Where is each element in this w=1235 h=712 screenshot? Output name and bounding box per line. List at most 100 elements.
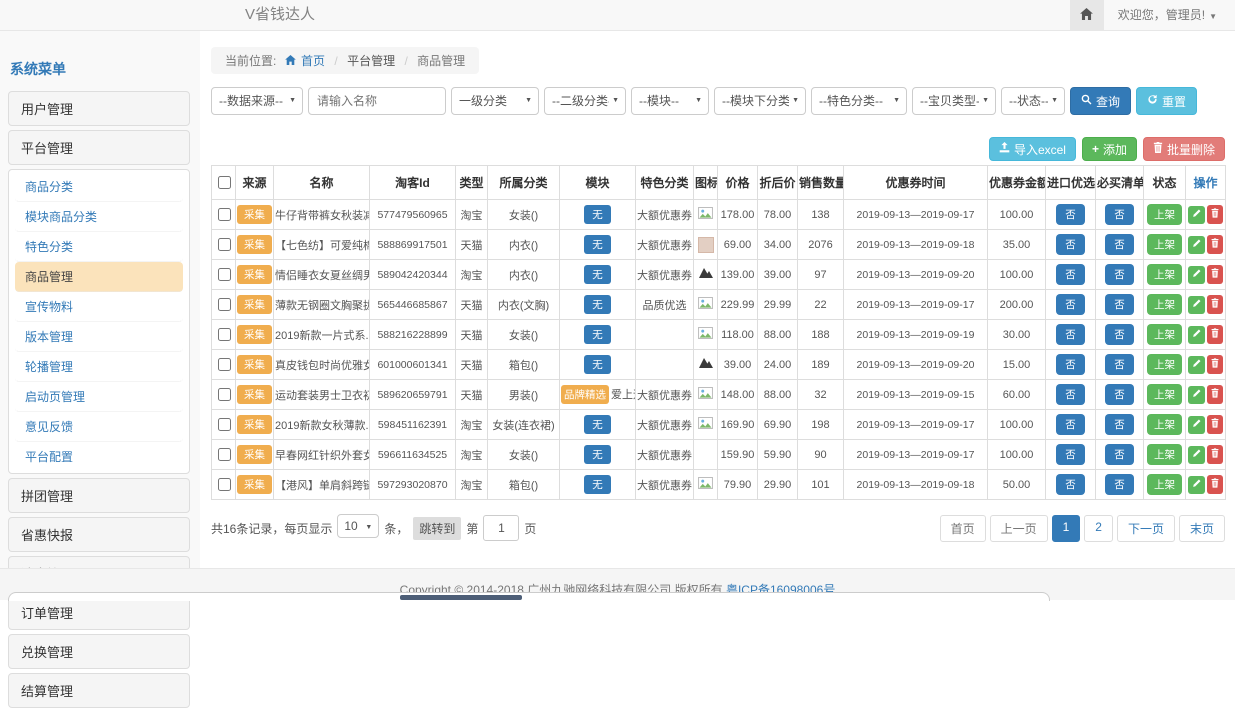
horizontal-scrollbar-thumb[interactable]: [400, 595, 522, 600]
import-select-toggle[interactable]: 否: [1056, 474, 1085, 495]
delete-button[interactable]: [1207, 295, 1223, 314]
user-menu[interactable]: 欢迎您，管理员!▼: [1104, 0, 1235, 30]
edit-button[interactable]: [1188, 206, 1205, 224]
must-buy-toggle[interactable]: 否: [1105, 414, 1134, 435]
import-select-toggle[interactable]: 否: [1056, 324, 1085, 345]
status-toggle[interactable]: 上架: [1147, 414, 1182, 435]
status-toggle[interactable]: 上架: [1147, 384, 1182, 405]
module-select-control[interactable]: --模块--: [631, 87, 709, 115]
status-toggle[interactable]: 上架: [1147, 444, 1182, 465]
row-checkbox[interactable]: [218, 358, 231, 371]
sidebar-item-9[interactable]: 平台配置: [15, 442, 183, 471]
import-select-toggle[interactable]: 否: [1056, 264, 1085, 285]
status-toggle[interactable]: 上架: [1147, 204, 1182, 225]
sidebar-section-3[interactable]: 省惠快报: [8, 517, 190, 552]
edit-button[interactable]: [1188, 356, 1205, 374]
row-checkbox[interactable]: [218, 328, 231, 341]
import-select-toggle[interactable]: 否: [1056, 354, 1085, 375]
must-buy-toggle[interactable]: 否: [1105, 294, 1134, 315]
sidebar-item-4[interactable]: 宣传物料: [15, 292, 183, 322]
per-page-select-control[interactable]: 10: [337, 514, 379, 538]
delete-button[interactable]: [1207, 475, 1223, 494]
page-button-1[interactable]: 1: [1052, 515, 1081, 542]
import-select-toggle[interactable]: 否: [1056, 414, 1085, 435]
sidebar-item-6[interactable]: 轮播管理: [15, 352, 183, 382]
breadcrumb-home-link[interactable]: 首页: [301, 54, 325, 68]
feature-category-select-control[interactable]: --特色分类--: [811, 87, 907, 115]
sidebar-section-6[interactable]: 兑换管理: [8, 634, 190, 669]
status-toggle[interactable]: 上架: [1147, 264, 1182, 285]
row-checkbox[interactable]: [218, 448, 231, 461]
must-buy-toggle[interactable]: 否: [1105, 234, 1134, 255]
sidebar-item-7[interactable]: 启动页管理: [15, 382, 183, 412]
row-checkbox[interactable]: [218, 208, 231, 221]
must-buy-toggle[interactable]: 否: [1105, 474, 1134, 495]
status-toggle[interactable]: 上架: [1147, 474, 1182, 495]
row-checkbox[interactable]: [218, 298, 231, 311]
edit-button[interactable]: [1188, 446, 1205, 464]
delete-button[interactable]: [1207, 415, 1223, 434]
reset-button[interactable]: 重置: [1136, 87, 1197, 115]
status-toggle[interactable]: 上架: [1147, 324, 1182, 345]
row-checkbox[interactable]: [218, 478, 231, 491]
sidebar-item-1[interactable]: 模块商品分类: [15, 202, 183, 232]
must-buy-toggle[interactable]: 否: [1105, 264, 1134, 285]
data-source-select-control[interactable]: --数据来源--: [211, 87, 303, 115]
import-select-toggle[interactable]: 否: [1056, 444, 1085, 465]
edit-button[interactable]: [1188, 386, 1205, 404]
sidebar-section-0[interactable]: 用户管理: [8, 91, 190, 126]
batch-delete-button[interactable]: 批量删除: [1143, 137, 1225, 161]
delete-button[interactable]: [1207, 445, 1223, 464]
page-button-2[interactable]: 2: [1084, 515, 1113, 542]
must-buy-toggle[interactable]: 否: [1105, 444, 1134, 465]
jump-button[interactable]: 跳转到: [413, 517, 461, 540]
row-checkbox[interactable]: [218, 388, 231, 401]
import-excel-button[interactable]: 导入excel: [989, 137, 1076, 161]
edit-button[interactable]: [1188, 296, 1205, 314]
name-search-input[interactable]: [308, 87, 446, 115]
page-button-下一页[interactable]: 下一页: [1117, 515, 1175, 542]
select-all-checkbox[interactable]: [218, 176, 231, 189]
page-button-末页[interactable]: 末页: [1179, 515, 1225, 542]
item-type-select-control[interactable]: --宝贝类型--: [912, 87, 996, 115]
level2-category-select-control[interactable]: --二级分类--: [544, 87, 626, 115]
sidebar-item-8[interactable]: 意见反馈: [15, 412, 183, 442]
sidebar-item-3[interactable]: 商品管理: [15, 262, 183, 292]
sidebar-item-5[interactable]: 版本管理: [15, 322, 183, 352]
must-buy-toggle[interactable]: 否: [1105, 354, 1134, 375]
edit-button[interactable]: [1188, 416, 1205, 434]
must-buy-toggle[interactable]: 否: [1105, 324, 1134, 345]
import-select-toggle[interactable]: 否: [1056, 294, 1085, 315]
delete-button[interactable]: [1207, 235, 1223, 254]
query-button[interactable]: 查询: [1070, 87, 1131, 115]
page-button-上一页[interactable]: 上一页: [990, 515, 1048, 542]
import-select-toggle[interactable]: 否: [1056, 234, 1085, 255]
import-select-toggle[interactable]: 否: [1056, 204, 1085, 225]
delete-button[interactable]: [1207, 205, 1223, 224]
sidebar-item-2[interactable]: 特色分类: [15, 232, 183, 262]
row-checkbox[interactable]: [218, 268, 231, 281]
row-checkbox[interactable]: [218, 238, 231, 251]
delete-button[interactable]: [1207, 325, 1223, 344]
status-toggle[interactable]: 上架: [1147, 234, 1182, 255]
edit-button[interactable]: [1188, 266, 1205, 284]
level1-category-select-control[interactable]: 一级分类: [451, 87, 539, 115]
status-toggle[interactable]: 上架: [1147, 294, 1182, 315]
module-sub-select-control[interactable]: --模块下分类--: [714, 87, 806, 115]
must-buy-toggle[interactable]: 否: [1105, 204, 1134, 225]
import-select-toggle[interactable]: 否: [1056, 384, 1085, 405]
status-toggle[interactable]: 上架: [1147, 354, 1182, 375]
home-button[interactable]: [1070, 0, 1104, 30]
edit-button[interactable]: [1188, 236, 1205, 254]
page-number-input[interactable]: [483, 515, 519, 541]
edit-button[interactable]: [1188, 476, 1205, 494]
status-select-control[interactable]: --状态--: [1001, 87, 1065, 115]
sidebar-item-0[interactable]: 商品分类: [15, 172, 183, 202]
sidebar-section-7[interactable]: 结算管理: [8, 673, 190, 708]
delete-button[interactable]: [1207, 355, 1223, 374]
delete-button[interactable]: [1207, 265, 1223, 284]
edit-button[interactable]: [1188, 326, 1205, 344]
page-button-首页[interactable]: 首页: [940, 515, 986, 542]
add-button[interactable]: +添加: [1082, 137, 1137, 161]
sidebar-section-1[interactable]: 平台管理: [8, 130, 190, 165]
